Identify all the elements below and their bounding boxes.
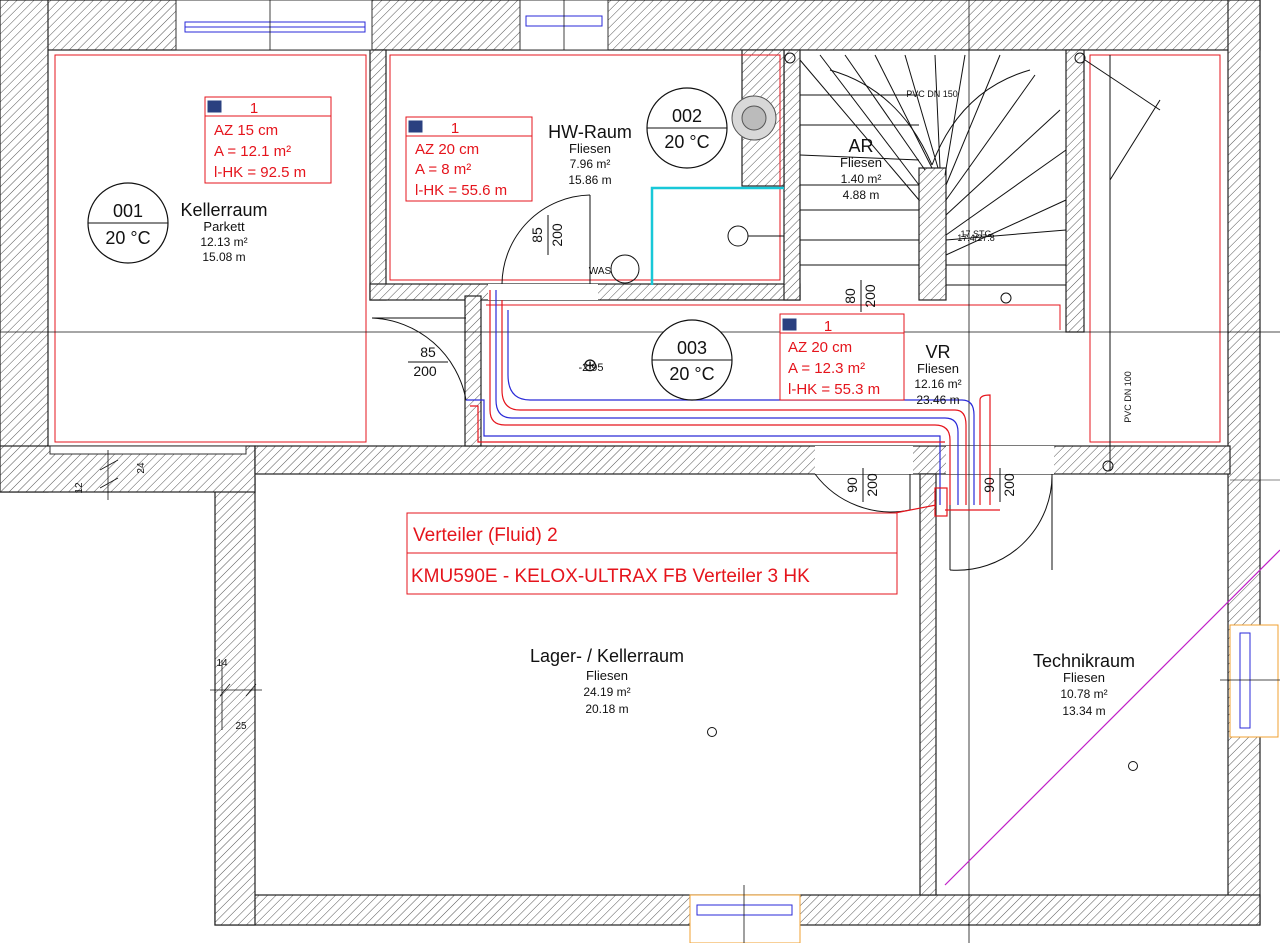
svg-text:200: 200 [1001, 473, 1017, 497]
circuit-spacing: AZ 15 cm [214, 122, 278, 139]
circuit-length: l-HK = 92.5 m [214, 164, 306, 181]
room-floor: Fliesen [569, 141, 611, 156]
room-perimeter: 23.46 m [916, 393, 959, 407]
circuit-spacing: AZ 20 cm [415, 141, 479, 158]
room-name: Lager- / Kellerraum [530, 646, 684, 666]
room-perimeter: 13.34 m [1062, 704, 1105, 718]
room-name: Technikraum [1033, 651, 1135, 671]
room-area: 12.13 m² [200, 235, 247, 249]
circuit-spacing: AZ 20 cm [788, 339, 852, 356]
room-perimeter: 15.86 m [568, 173, 611, 187]
svg-text:200: 200 [549, 223, 565, 247]
room-stamp-001: 001 20 °C [87, 182, 169, 264]
pvc-150-label: PVC DN 150 [906, 89, 958, 99]
circuit-area: A = 8 m² [415, 161, 471, 178]
room-id: 002 [672, 106, 702, 126]
room-id: 001 [113, 201, 143, 221]
room-label-hw-raum: HW-Raum Fliesen 7.96 m² 15.86 m [548, 122, 632, 187]
circuit-box-001: 1 AZ 15 cm A = 12.1 m² l-HK = 92.5 m [204, 96, 332, 184]
circuit-icon [407, 119, 424, 134]
room-name: Kellerraum [180, 200, 267, 220]
pvc-100-label: PVC DN 100 [1123, 371, 1133, 423]
svg-text:85: 85 [529, 227, 545, 243]
circuit-length: l-HK = 55.3 m [788, 381, 880, 398]
svg-text:80: 80 [842, 288, 858, 304]
svg-text:200: 200 [862, 284, 878, 308]
dim-label: 14 [216, 658, 228, 669]
room-label-vr: VR Fliesen 12.16 m² 23.46 m [914, 342, 961, 407]
circuit-length: l-HK = 55.6 m [415, 182, 507, 199]
distributor-model: KMU590E - KELOX-ULTRAX FB Verteiler 3 HK [411, 566, 810, 587]
svg-text:200: 200 [864, 473, 880, 497]
room-perimeter: 20.18 m [585, 702, 628, 716]
room-label-technikraum: Technikraum Fliesen 10.78 m² 13.34 m [1033, 651, 1135, 718]
dim-label: 25 [235, 721, 247, 732]
dim-label: 24 [136, 462, 147, 474]
circuit-number: 1 [824, 318, 832, 335]
svg-text:200: 200 [413, 363, 437, 379]
circuit-number: 1 [250, 100, 258, 117]
room-name: VR [925, 342, 950, 362]
door-dim-1: 85 200 [408, 344, 448, 379]
room-floor: Fliesen [1063, 670, 1105, 685]
room-id: 003 [677, 338, 707, 358]
distributor-title: Verteiler (Fluid) 2 [413, 525, 558, 546]
circuit-area: A = 12.1 m² [214, 143, 291, 160]
room-label-lager: Lager- / Kellerraum Fliesen 24.19 m² 20.… [530, 646, 684, 716]
circuit-number: 1 [451, 120, 459, 137]
staircase [784, 52, 1161, 472]
room-area: 7.96 m² [570, 157, 611, 171]
room-temp: 20 °C [664, 132, 709, 152]
room-perimeter: 4.88 m [843, 188, 880, 202]
room-floor: Fliesen [586, 668, 628, 683]
svg-text:90: 90 [981, 477, 997, 493]
circuit-icon [781, 317, 798, 332]
room-area: 10.78 m² [1060, 687, 1107, 701]
svg-text:90: 90 [844, 477, 860, 493]
svg-text:85: 85 [420, 344, 436, 360]
circuit-box-002: 1 AZ 20 cm A = 8 m² l-HK = 55.6 m [405, 116, 533, 202]
distributor-box: Verteiler (Fluid) 2 KMU590E - KELOX-ULTR… [406, 512, 898, 595]
room-name: AR [848, 136, 873, 156]
room-label-ar: AR Fliesen 1.40 m² 4.88 m [840, 136, 882, 202]
room-floor: Parkett [203, 219, 245, 234]
room-area: 1.40 m² [841, 172, 882, 186]
floor-plan: ⊕ 001 20 °C Kellerraum Parkett 12.13 m² … [0, 0, 1280, 943]
room-temp: 20 °C [105, 228, 150, 248]
room-label-kellerraum: Kellerraum Parkett 12.13 m² 15.08 m [180, 200, 267, 264]
room-area: 12.16 m² [914, 377, 961, 391]
room-area: 24.19 m² [583, 685, 630, 699]
stairs-ratio-label: 17.4/27.8 [957, 233, 995, 243]
room-stamp-003: 003 20 °C [651, 319, 733, 401]
circuit-icon [206, 99, 223, 114]
room-perimeter: 15.08 m [202, 250, 245, 264]
room-temp: 20 °C [669, 364, 714, 384]
room-floor: Fliesen [917, 361, 959, 376]
was-label: WAS [589, 266, 612, 277]
circuit-area: A = 12.3 m² [788, 360, 865, 377]
dim-label: 12 [74, 482, 85, 494]
door-dim-2: 85 200 [529, 215, 565, 255]
room-name: HW-Raum [548, 122, 632, 142]
circuit-box-003: 1 AZ 20 cm A = 12.3 m² l-HK = 55.3 m [779, 313, 905, 401]
room-stamp-002: 002 20 °C [646, 87, 728, 169]
level-label: -2.95 [578, 362, 603, 374]
room-floor: Fliesen [840, 155, 882, 170]
